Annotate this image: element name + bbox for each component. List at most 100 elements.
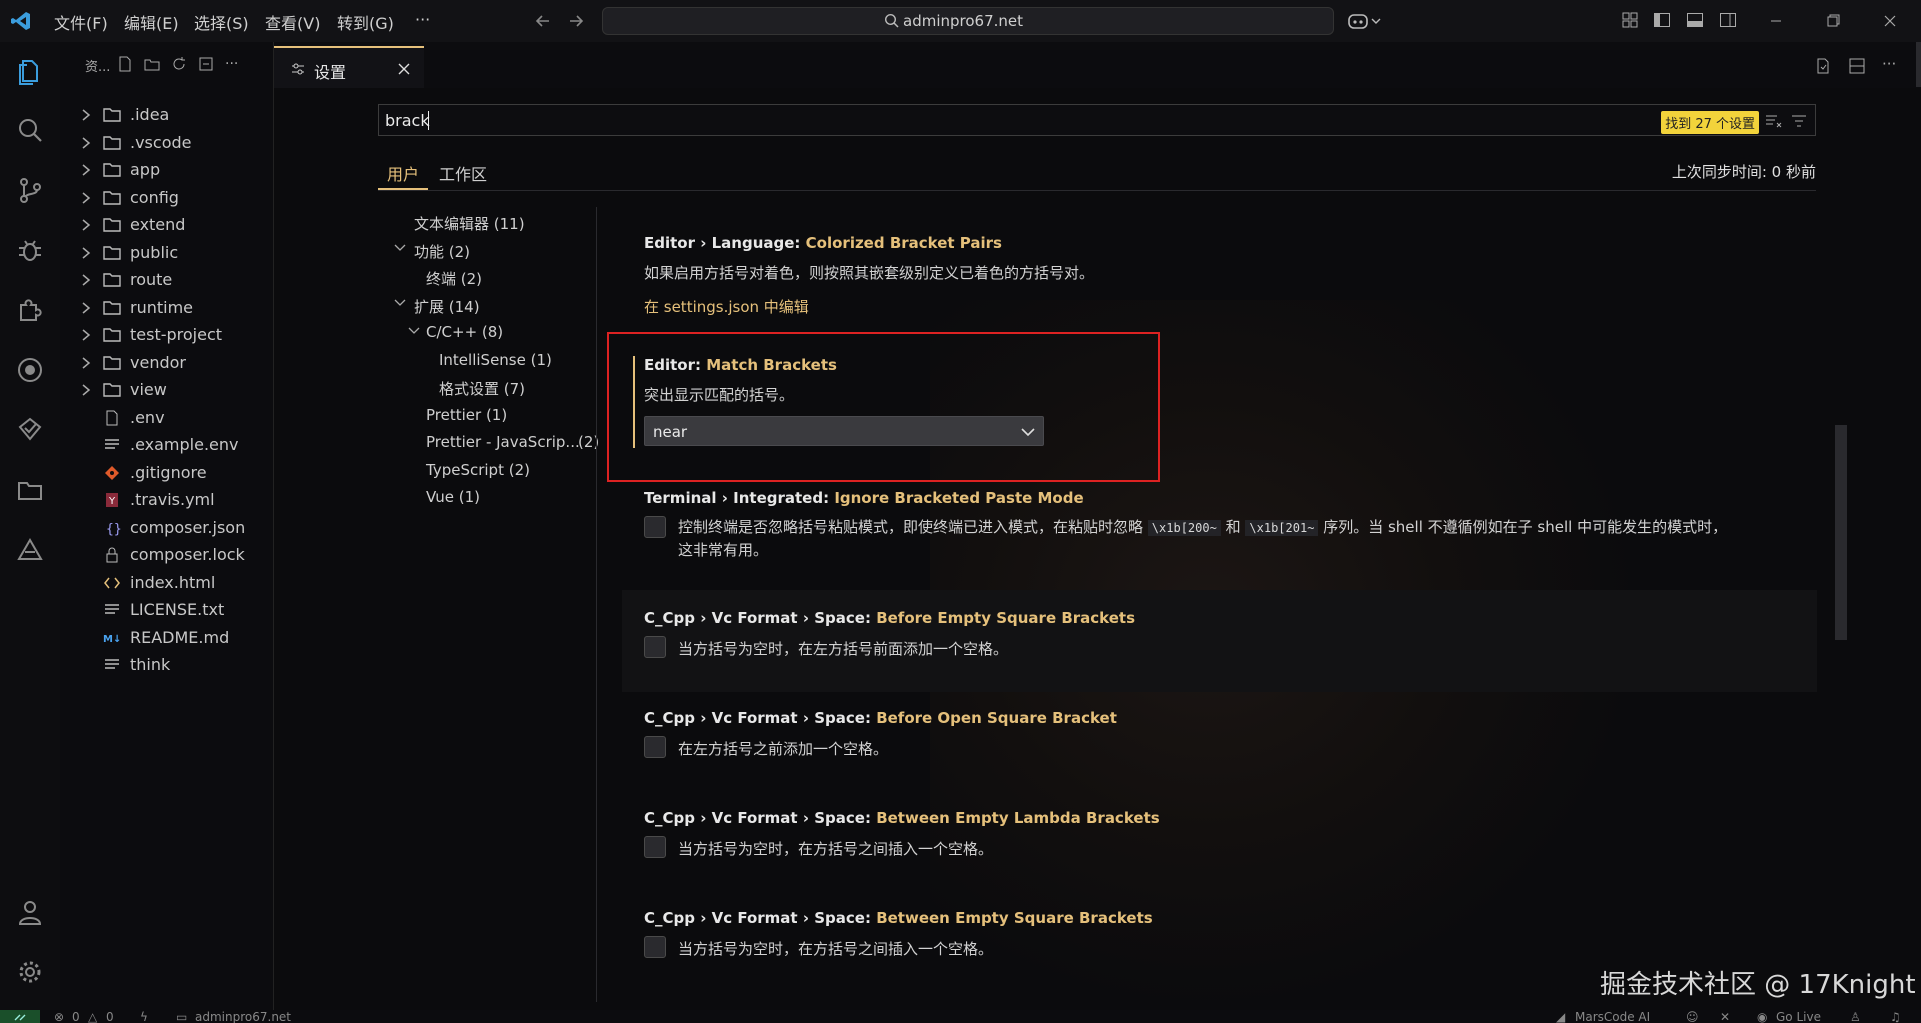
file-row[interactable]: composer.lock bbox=[60, 542, 274, 569]
forward-arrow-icon[interactable] bbox=[566, 11, 586, 31]
toc-terminal[interactable]: 终端 (2) bbox=[426, 268, 482, 289]
command-center-search[interactable]: adminpro67.net bbox=[602, 7, 1334, 35]
file-row[interactable]: .env bbox=[60, 405, 274, 432]
file-row[interactable]: Y .travis.yml bbox=[60, 487, 274, 514]
testing-icon[interactable] bbox=[15, 415, 45, 445]
toc-typescript[interactable]: TypeScript (2) bbox=[426, 461, 530, 479]
back-arrow-icon[interactable] bbox=[533, 11, 553, 31]
close-window-icon[interactable] bbox=[1880, 11, 1900, 31]
toc-text-editor[interactable]: 文本编辑器 (11) bbox=[414, 213, 525, 234]
chevron-right-icon[interactable] bbox=[80, 273, 92, 287]
copilot-status-icon[interactable]: ☺ bbox=[1686, 1010, 1699, 1023]
chevron-right-icon[interactable] bbox=[80, 191, 92, 205]
toc-prettier-js[interactable]: Prettier - JavaScrip... bbox=[426, 433, 580, 451]
new-file-icon[interactable] bbox=[117, 56, 133, 72]
chevron-right-icon[interactable] bbox=[80, 301, 92, 315]
folder-row[interactable]: .vscode bbox=[60, 130, 274, 157]
settings-scrollbar-thumb[interactable] bbox=[1835, 425, 1847, 640]
close-icon[interactable] bbox=[396, 61, 412, 77]
file-row[interactable]: .example.env bbox=[60, 432, 274, 459]
collapse-all-icon[interactable] bbox=[198, 56, 214, 72]
setting-checkbox[interactable] bbox=[644, 836, 666, 858]
toggle-panel-icon[interactable] bbox=[1686, 11, 1706, 31]
toggle-secondary-sidebar-icon[interactable] bbox=[1719, 11, 1739, 31]
menu-goto[interactable]: 转到(G) bbox=[337, 10, 394, 34]
explorer-icon[interactable] bbox=[15, 56, 45, 86]
tab-user-settings[interactable]: 用户 bbox=[387, 161, 419, 185]
debug-icon[interactable] bbox=[15, 235, 45, 265]
file-row[interactable]: {} composer.json bbox=[60, 515, 274, 542]
filter-icon[interactable] bbox=[1791, 113, 1807, 129]
extension-status-icon[interactable]: ✕ bbox=[1720, 1010, 1730, 1023]
toc-features[interactable]: 功能 (2) bbox=[414, 241, 470, 262]
warnings-count[interactable]: 0 bbox=[106, 1010, 114, 1023]
copilot-icon[interactable] bbox=[1347, 11, 1383, 31]
chevron-right-icon[interactable] bbox=[80, 163, 92, 177]
editor-more-icon[interactable]: ··· bbox=[1882, 55, 1896, 73]
tab-workspace-settings[interactable]: 工作区 bbox=[439, 161, 487, 185]
notifications-bell-icon[interactable]: ♫ bbox=[1890, 1010, 1901, 1023]
toc-extensions[interactable]: 扩展 (14) bbox=[414, 296, 480, 317]
menu-selection[interactable]: 选择(S) bbox=[194, 10, 249, 34]
golive-status[interactable]: Go Live bbox=[1776, 1010, 1821, 1023]
folder-row[interactable]: route bbox=[60, 267, 274, 294]
source-control-icon[interactable] bbox=[15, 175, 45, 205]
chevron-right-icon[interactable] bbox=[80, 136, 92, 150]
chevron-right-icon[interactable] bbox=[80, 383, 92, 397]
account-icon[interactable] bbox=[15, 897, 45, 927]
folder-row[interactable]: runtime bbox=[60, 295, 274, 322]
marscode-icon[interactable] bbox=[15, 535, 45, 565]
chevron-right-icon[interactable] bbox=[80, 328, 92, 342]
folder-row[interactable]: public bbox=[60, 240, 274, 267]
more-actions-icon[interactable]: ··· bbox=[225, 56, 238, 72]
folder-icon[interactable] bbox=[15, 475, 45, 505]
file-row[interactable]: LICENSE.txt bbox=[60, 597, 274, 624]
file-row[interactable]: M↓ README.md bbox=[60, 625, 274, 652]
menu-more[interactable]: ··· bbox=[415, 10, 430, 29]
split-editor-icon[interactable] bbox=[1848, 57, 1866, 75]
setting-checkbox[interactable] bbox=[644, 636, 666, 658]
marscode-status[interactable]: MarsCode AI bbox=[1575, 1010, 1650, 1023]
menu-file[interactable]: 文件(F) bbox=[54, 10, 108, 34]
menu-edit[interactable]: 编辑(E) bbox=[124, 10, 179, 34]
toc-prettier[interactable]: Prettier (1) bbox=[426, 406, 507, 424]
remote-explorer-icon[interactable] bbox=[15, 355, 45, 385]
minimize-icon[interactable] bbox=[1766, 11, 1786, 31]
open-settings-json-icon[interactable] bbox=[1814, 57, 1832, 75]
status-remote-name[interactable]: adminpro67.net bbox=[195, 1010, 291, 1023]
settings-search-input[interactable]: brack 找到 27 个设置 bbox=[378, 104, 1816, 136]
folder-row[interactable]: config bbox=[60, 185, 274, 212]
toggle-primary-sidebar-icon[interactable] bbox=[1653, 11, 1673, 31]
menu-view[interactable]: 查看(V) bbox=[265, 10, 320, 34]
setting-checkbox[interactable] bbox=[644, 736, 666, 758]
chevron-down-icon[interactable] bbox=[394, 243, 406, 253]
problems-count[interactable]: 0 bbox=[72, 1010, 80, 1023]
file-row[interactable]: think bbox=[60, 652, 274, 679]
folder-row[interactable]: app bbox=[60, 157, 274, 184]
file-row[interactable]: .gitignore bbox=[60, 460, 274, 487]
setting-checkbox[interactable] bbox=[644, 936, 666, 958]
file-row[interactable]: index.html bbox=[60, 570, 274, 597]
toc-intellisense[interactable]: IntelliSense (1) bbox=[439, 351, 552, 369]
restore-icon[interactable] bbox=[1823, 11, 1843, 31]
toc-vue[interactable]: Vue (1) bbox=[426, 488, 480, 506]
customize-layout-icon[interactable] bbox=[1621, 11, 1641, 31]
folder-row[interactable]: test-project bbox=[60, 322, 274, 349]
new-folder-icon[interactable] bbox=[144, 56, 160, 72]
tab-settings[interactable]: 设置 bbox=[274, 46, 424, 88]
toc-cpp[interactable]: C/C++ (8) bbox=[426, 323, 503, 341]
folder-row[interactable]: .idea bbox=[60, 102, 274, 129]
accounts-status-icon[interactable]: ♙ bbox=[1850, 1010, 1861, 1023]
clear-filter-icon[interactable] bbox=[1765, 113, 1783, 129]
chevron-right-icon[interactable] bbox=[80, 218, 92, 232]
folder-row[interactable]: vendor bbox=[60, 350, 274, 377]
chevron-right-icon[interactable] bbox=[80, 246, 92, 260]
extensions-icon[interactable] bbox=[15, 295, 45, 325]
window-scrollbar[interactable] bbox=[1916, 42, 1921, 87]
gear-icon[interactable] bbox=[15, 957, 45, 987]
chevron-down-icon[interactable] bbox=[394, 298, 406, 308]
search-icon[interactable] bbox=[15, 115, 45, 145]
ignore-bracketed-paste-checkbox[interactable] bbox=[644, 516, 666, 538]
folder-row[interactable]: extend bbox=[60, 212, 274, 239]
chevron-right-icon[interactable] bbox=[80, 108, 92, 122]
